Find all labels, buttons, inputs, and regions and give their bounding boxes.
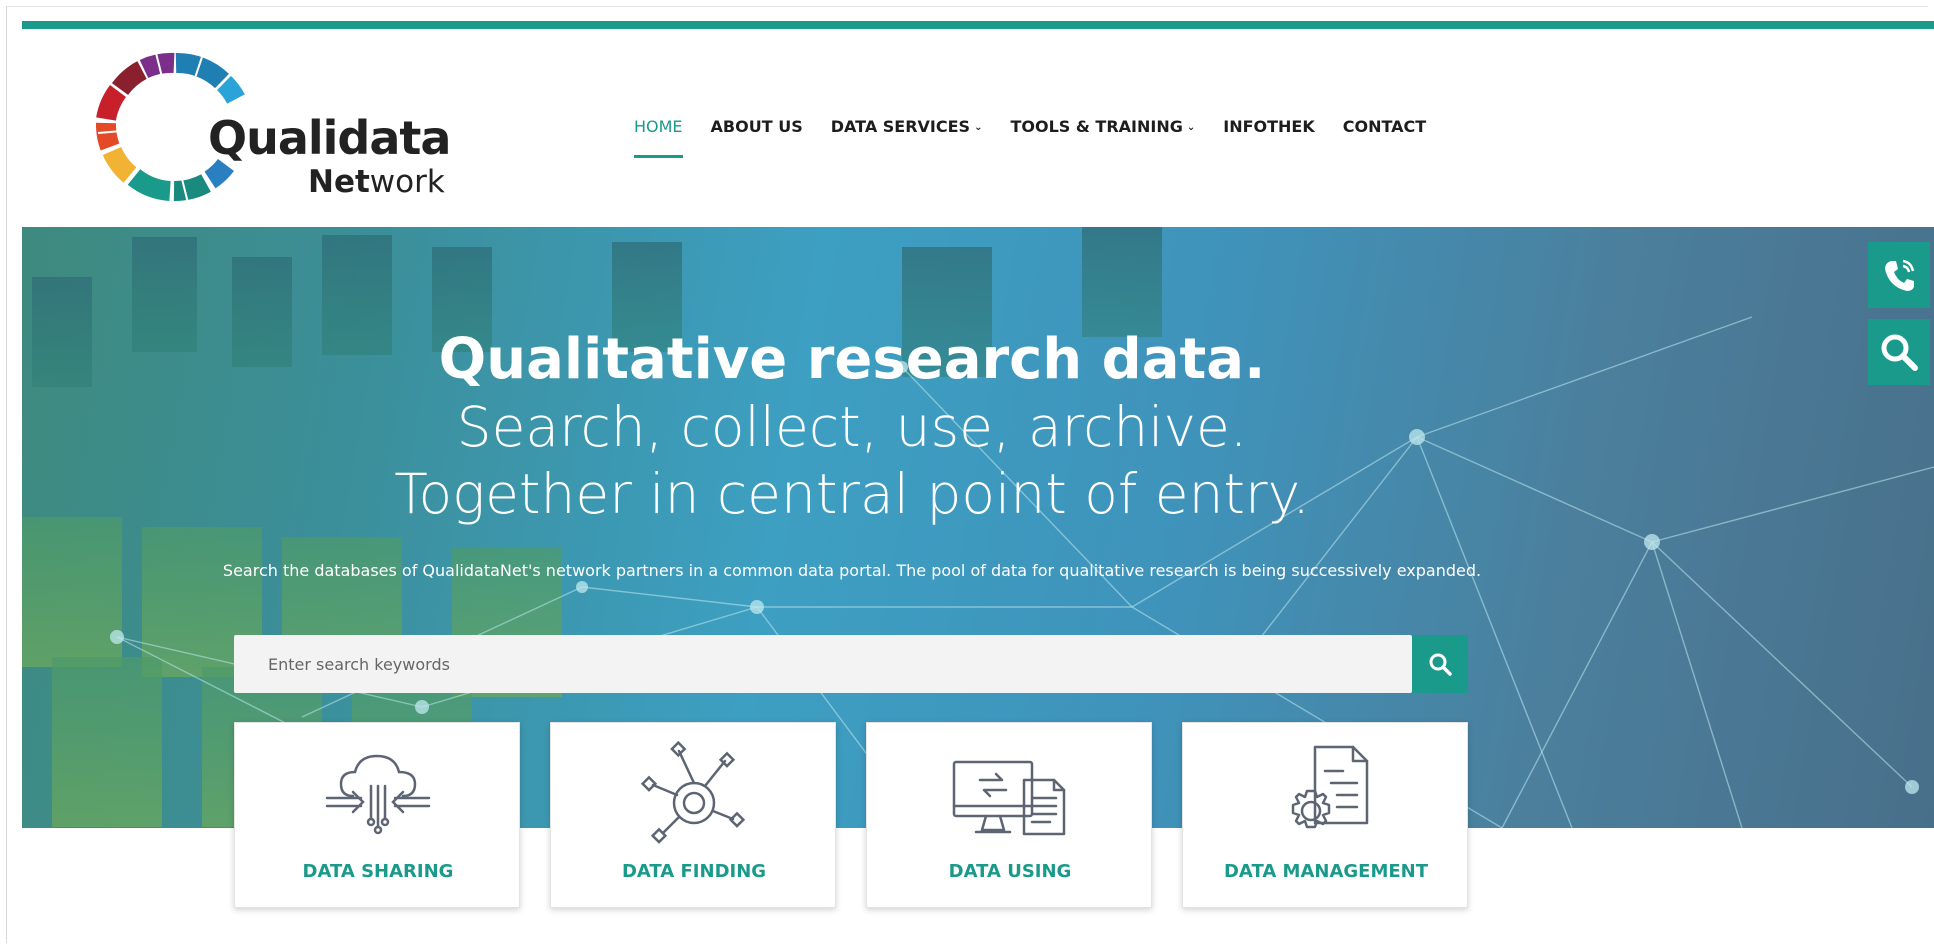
- site-logo[interactable]: Qualidata Network: [84, 47, 451, 209]
- nav-data-services[interactable]: DATA SERVICES ⌄: [831, 117, 983, 136]
- hero-title: Qualitative research data.: [438, 327, 1266, 392]
- search-input[interactable]: [234, 635, 1412, 693]
- card-data-management[interactable]: DATA MANAGEMENT: [1182, 722, 1468, 908]
- nav-tools-training[interactable]: TOOLS & TRAINING ⌄: [1010, 117, 1195, 136]
- search-icon: [1429, 653, 1452, 676]
- side-search-button[interactable]: [1868, 319, 1930, 385]
- card-data-finding[interactable]: DATA FINDING: [550, 722, 836, 908]
- contact-phone-button[interactable]: [1868, 242, 1930, 308]
- page-frame-top: [6, 6, 1928, 7]
- card-data-sharing[interactable]: DATA SHARING: [234, 722, 520, 908]
- search-bar: [234, 635, 1412, 693]
- hero-description: Search the databases of QualidataNet's n…: [222, 561, 1482, 580]
- hero-tagline-1: Search, collect, use, archive.: [456, 395, 1248, 459]
- nav-home[interactable]: HOME: [634, 117, 683, 158]
- nav-infothek[interactable]: INFOTHEK: [1223, 117, 1315, 136]
- chevron-down-icon: ⌄: [974, 122, 983, 133]
- logo-subtitle: Network: [308, 164, 445, 200]
- card-label: DATA SHARING: [302, 861, 454, 882]
- network-target-icon: [640, 741, 746, 844]
- phone-icon: [1885, 259, 1915, 291]
- hero-tagline-2: Together in central point of entry.: [394, 462, 1310, 526]
- search-icon: [1881, 334, 1918, 371]
- chevron-down-icon: ⌄: [1186, 122, 1196, 133]
- site-header: Qualidata Network HOME ABOUT US DATA SER…: [22, 29, 1934, 227]
- nav-contact[interactable]: CONTACT: [1343, 117, 1426, 136]
- nav-about-us[interactable]: ABOUT US: [711, 117, 803, 136]
- card-data-using[interactable]: DATA USING: [866, 722, 1152, 908]
- top-accent-bar: [22, 21, 1934, 29]
- monitor-document-icon: [952, 760, 1066, 836]
- document-gear-icon: [1291, 745, 1369, 829]
- search-submit-button[interactable]: [1412, 635, 1468, 693]
- card-label: DATA USING: [948, 861, 1072, 882]
- card-label: DATA MANAGEMENT: [1223, 861, 1428, 882]
- logo-title: Qualidata: [208, 111, 451, 165]
- cloud-share-icon: [325, 754, 431, 835]
- main-nav: HOME ABOUT US DATA SERVICES ⌄ TOOLS & TRA…: [634, 117, 1426, 158]
- page-frame-left: [6, 6, 7, 943]
- card-label: DATA FINDING: [621, 861, 767, 882]
